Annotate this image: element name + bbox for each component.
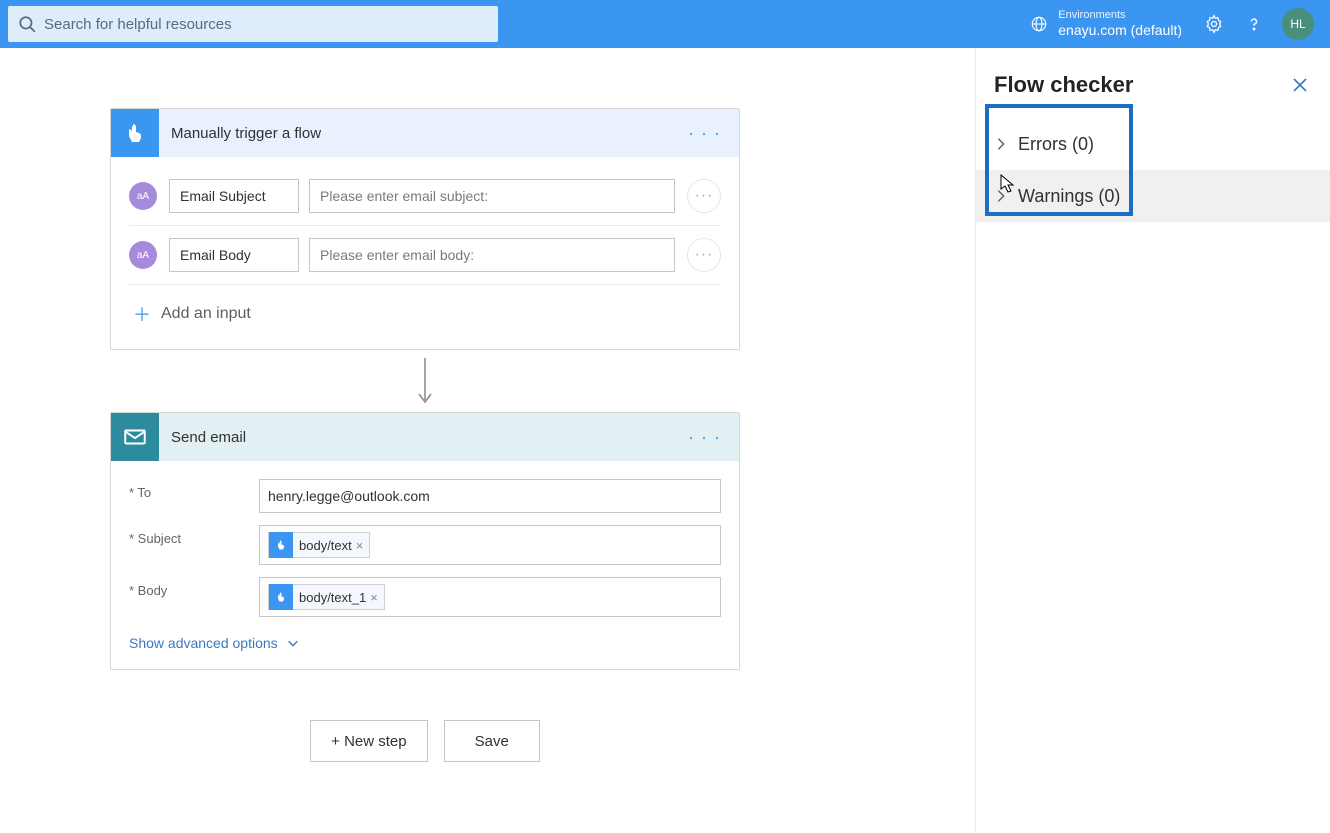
warnings-label: Warnings (0) [1018,186,1120,207]
input-name-field[interactable]: Email Subject [169,179,299,213]
chevron-right-icon [994,189,1008,203]
send-email-card: Send email · · · * To henry.legge@outloo… [110,412,740,670]
subject-row: * Subject body/text × [129,525,721,565]
trigger-input-row: aA Email Subject ··· [129,167,721,226]
body-label: * Body [129,577,259,598]
panel-title: Flow checker [994,72,1133,98]
trigger-card: Manually trigger a flow · · · aA Email S… [110,108,740,350]
send-email-menu-button[interactable]: · · · [682,427,727,448]
help-button[interactable] [1234,0,1274,48]
arrow-down-icon [415,356,435,406]
token-text: body/text [299,538,352,553]
flow-checker-panel: Flow checker Errors (0) Warnings (0) [975,48,1330,833]
touch-icon [123,121,147,145]
body-row: * Body body/text_1 × [129,577,721,617]
body-input[interactable]: body/text_1 × [259,577,721,617]
env-name: enayu.com (default) [1058,22,1182,39]
subject-input[interactable]: body/text × [259,525,721,565]
trigger-card-header[interactable]: Manually trigger a flow · · · [111,109,739,157]
errors-section[interactable]: Errors (0) [976,118,1330,170]
chevron-down-icon [286,636,300,650]
show-advanced-options[interactable]: Show advanced options [129,629,721,655]
panel-close-button[interactable] [1288,73,1312,97]
flow-actions: + New step Save [110,720,740,762]
gear-icon [1204,14,1224,34]
dynamic-token[interactable]: body/text_1 × [268,584,385,610]
subject-label: * Subject [129,525,259,546]
input-row-menu[interactable]: ··· [687,179,721,213]
mail-icon [111,413,159,461]
help-icon [1244,14,1264,34]
globe-icon [1030,15,1048,33]
trigger-icon [111,109,159,157]
search-input[interactable] [44,16,488,33]
adv-label: Show advanced options [129,635,278,651]
new-step-button[interactable]: + New step [310,720,427,762]
input-name-field[interactable]: Email Body [169,238,299,272]
token-icon [269,584,293,610]
topbar: Environments enayu.com (default) HL [0,0,1330,48]
token-text: body/text_1 [299,590,366,605]
text-type-icon: aA [129,182,157,210]
add-input-button[interactable]: ＋ Add an input [129,285,721,335]
trigger-title: Manually trigger a flow [171,125,321,142]
errors-label: Errors (0) [1018,134,1094,155]
add-input-label: Add an input [161,305,251,323]
trigger-menu-button[interactable]: · · · [682,123,727,144]
to-value: henry.legge@outlook.com [268,488,430,504]
connector-arrow [110,356,740,406]
settings-button[interactable] [1194,0,1234,48]
token-icon [269,532,293,558]
to-label: * To [129,479,259,500]
envelope-icon [122,424,148,450]
warnings-section[interactable]: Warnings (0) [976,170,1330,222]
chevron-right-icon [994,137,1008,151]
avatar[interactable]: HL [1282,8,1314,40]
to-input[interactable]: henry.legge@outlook.com [259,479,721,513]
to-row: * To henry.legge@outlook.com [129,479,721,513]
send-email-header[interactable]: Send email · · · [111,413,739,461]
search-box[interactable] [8,6,498,42]
close-icon [1292,77,1308,93]
dynamic-token[interactable]: body/text × [268,532,370,558]
plus-icon: ＋ [133,301,151,327]
token-remove[interactable]: × [370,590,378,605]
text-type-icon: aA [129,241,157,269]
input-description-field[interactable] [309,238,675,272]
input-description-field[interactable] [309,179,675,213]
environment-picker[interactable]: Environments enayu.com (default) [1018,9,1194,39]
send-email-title: Send email [171,429,246,446]
input-row-menu[interactable]: ··· [687,238,721,272]
trigger-input-row: aA Email Body ··· [129,226,721,285]
search-icon [18,15,36,33]
token-remove[interactable]: × [356,538,364,553]
save-button[interactable]: Save [444,720,540,762]
env-label: Environments [1058,9,1182,22]
